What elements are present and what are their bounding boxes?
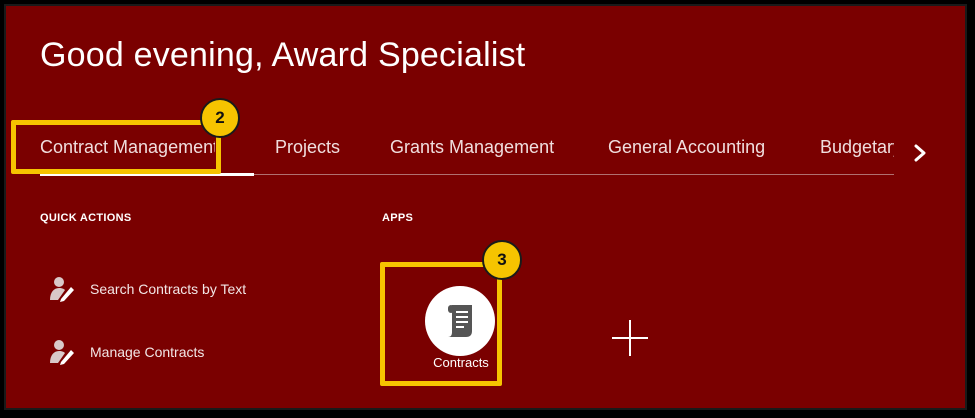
user-edit-icon bbox=[50, 340, 74, 365]
tab-projects[interactable]: Projects bbox=[275, 137, 340, 158]
tab-general-accounting[interactable]: General Accounting bbox=[608, 137, 765, 158]
highlight-box-app bbox=[380, 262, 502, 386]
callout-badge-3: 3 bbox=[482, 240, 522, 280]
tab-budgetary-control[interactable]: Budgetary Control bbox=[820, 137, 894, 158]
quick-action-label: Manage Contracts bbox=[90, 344, 205, 360]
tab-grants-management[interactable]: Grants Management bbox=[390, 137, 554, 158]
home-page: Good evening, Award Specialist Contract … bbox=[4, 4, 967, 410]
quick-action-label: Search Contracts by Text bbox=[90, 281, 247, 297]
quick-action-search-contracts[interactable]: Search Contracts by Text bbox=[48, 274, 246, 304]
callout-badge-2: 2 bbox=[200, 98, 240, 138]
user-edit-icon bbox=[50, 277, 74, 302]
greeting-title: Good evening, Award Specialist bbox=[40, 36, 526, 74]
plus-icon[interactable] bbox=[610, 318, 650, 358]
quick-actions-heading: QUICK ACTIONS bbox=[40, 212, 132, 224]
apps-heading: APPS bbox=[382, 212, 414, 224]
chevron-right-icon[interactable] bbox=[909, 142, 931, 164]
highlight-box-tab bbox=[11, 120, 221, 174]
quick-action-manage-contracts[interactable]: Manage Contracts bbox=[48, 337, 204, 367]
